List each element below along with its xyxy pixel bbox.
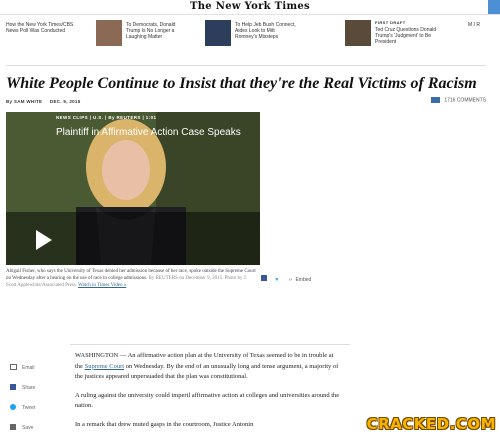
comment-icon	[430, 97, 440, 103]
facebook-icon	[10, 384, 16, 390]
publish-date: DEC. 9, 2015	[49, 99, 81, 104]
bookmark-icon	[10, 424, 16, 430]
facebook-icon[interactable]	[261, 275, 267, 281]
promo-row: How the New York Times/CBS News Poll Was…	[0, 20, 500, 60]
cracked-watermark: CRACKED.COM	[366, 415, 496, 433]
promo-thumbnail[interactable]	[96, 20, 122, 46]
twitter-icon[interactable]: ▼	[274, 277, 279, 283]
divider	[6, 65, 486, 66]
promo-text[interactable]: How the New York Times/CBS News Poll Was…	[6, 22, 86, 34]
paragraph: A ruling against the university could im…	[75, 391, 340, 410]
comments-count[interactable]: 1716 COMMENTS	[444, 97, 486, 103]
promo-text[interactable]: Ted Cruz Questions Donald Trump's 'Judgm…	[375, 27, 436, 45]
embed-icon[interactable]: ‹›	[289, 277, 292, 283]
promo-text-block[interactable]: FIRST DRAFT Ted Cruz Questions Donald Tr…	[375, 20, 437, 45]
byline: By SAM WHITE DEC. 9, 2015	[6, 99, 87, 104]
nyt-logo[interactable]: The New York Times	[0, 1, 500, 12]
paragraph: In a remark that drew muted gasps in the…	[75, 420, 254, 428]
comments-link[interactable]: 1716 COMMENTS	[430, 97, 486, 103]
promo-text[interactable]: M I R	[468, 22, 498, 28]
article-headline: White People Continue to Insist that the…	[6, 75, 477, 92]
promo-kicker: FIRST DRAFT	[375, 20, 406, 25]
video-caption: Abigail Fisher, who says the University …	[6, 268, 256, 289]
video-title[interactable]: Plaintiff in Affirmative Action Case Spe…	[56, 127, 241, 138]
video-kicker: NEWS CLIPS | U.S. | By REUTERS | 1:01	[56, 115, 157, 120]
video-share-tools: ▼ ‹› Embed	[261, 275, 311, 283]
twitter-icon	[10, 404, 16, 410]
masthead: The New York Times	[0, 0, 500, 15]
promo-text[interactable]: To Democrats, Donald Trump Is No Longer …	[126, 22, 188, 40]
paragraph: WASHINGTON — An affirmative action plan …	[75, 352, 339, 380]
article-body: WASHINGTON — An affirmative action plan …	[75, 351, 340, 438]
promo-text[interactable]: To Help Jeb Bush Connect, Aides Look to …	[235, 22, 297, 40]
watch-video-link[interactable]: Watch in Times Video »	[78, 283, 126, 288]
promo-thumbnail[interactable]	[345, 20, 371, 46]
corner-button[interactable]	[488, 0, 500, 14]
promo-thumbnail[interactable]	[205, 20, 231, 46]
supreme-court-link[interactable]: Supreme Court	[85, 363, 125, 370]
email-icon	[10, 364, 17, 370]
author[interactable]: By SAM WHITE	[6, 99, 42, 104]
embed-label[interactable]: Embed	[295, 277, 311, 283]
divider	[70, 344, 350, 345]
